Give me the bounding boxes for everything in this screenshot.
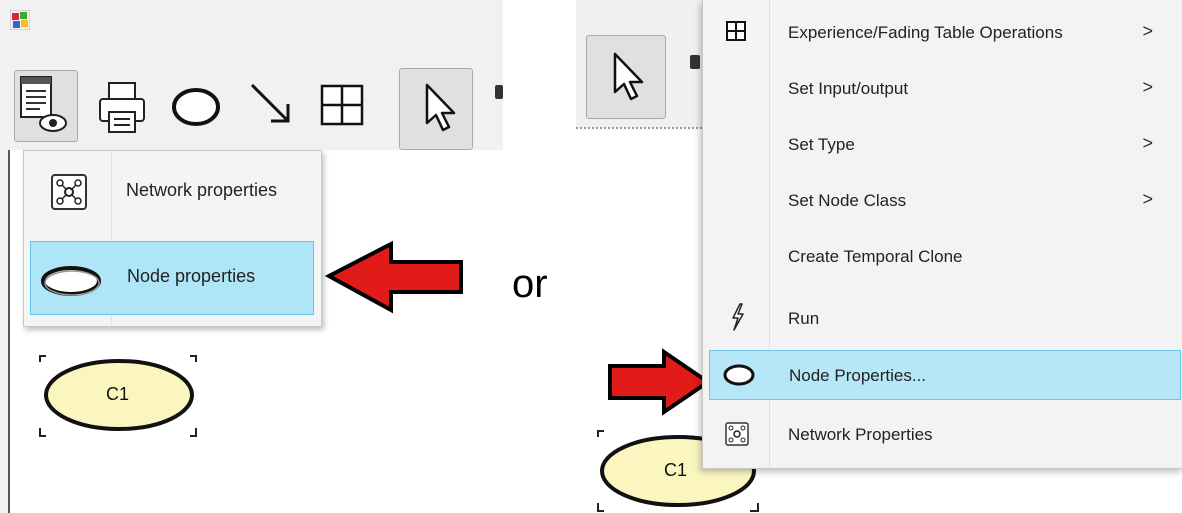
menu-item-network-properties[interactable]: Network properties [30, 155, 314, 229]
properties-dropdown-menu: Network properties Node properties [23, 150, 322, 327]
or-separator-text: or [512, 262, 548, 306]
menu-item-fading-table-operations[interactable]: Experience/Fading Table Operations > [709, 4, 1181, 60]
menu-item-label: Node Properties... [789, 366, 927, 385]
add-arc-icon[interactable] [247, 80, 297, 130]
menu-item-label: Run [788, 309, 820, 328]
table-icon [726, 21, 746, 41]
menu-item-label: Create Temporal Clone [788, 247, 963, 266]
menu-item-create-temporal-clone[interactable]: Create Temporal Clone [709, 228, 1181, 284]
menu-item-label: Network Properties [788, 425, 933, 444]
pointer-arrow-icon [325, 240, 463, 314]
node-context-menu: Experience/Fading Table Operations > Set… [702, 0, 1182, 469]
toolbar-divider [576, 127, 706, 129]
cursor-arrow-icon [425, 83, 456, 132]
cursor-arrow-icon [613, 52, 644, 101]
lightning-bolt-icon [732, 303, 744, 331]
menu-item-label: Set Node Class [788, 191, 907, 210]
pointer-arrow-icon [608, 348, 712, 416]
network-icon [725, 422, 749, 446]
app-logo-icon [10, 10, 30, 30]
menu-item-set-node-class[interactable]: Set Node Class > [709, 172, 1181, 228]
table-icon[interactable] [318, 82, 368, 130]
properties-view-button[interactable] [14, 70, 78, 142]
menu-item-label: Set Type [788, 135, 855, 154]
menu-item-label: Network properties [126, 180, 278, 200]
select-pointer-button[interactable] [399, 68, 473, 150]
node-label: C1 [106, 384, 130, 404]
menu-item-network-properties[interactable]: Network Properties [709, 406, 1181, 460]
menu-item-run[interactable]: Run [709, 290, 1181, 346]
submenu-arrow-icon: > [1142, 77, 1153, 97]
select-pointer-button-right[interactable] [586, 35, 666, 119]
toolbar-partial-icon [495, 85, 503, 99]
add-node-icon[interactable] [170, 84, 222, 132]
node-oval-icon [41, 266, 101, 296]
node-oval-icon [723, 364, 755, 386]
menu-item-label: Experience/Fading Table Operations [788, 23, 1063, 42]
menu-item-label: Node properties [127, 266, 256, 286]
submenu-arrow-icon: > [1142, 133, 1153, 153]
menu-item-set-type[interactable]: Set Type > [709, 116, 1181, 172]
menu-item-node-properties[interactable]: Node properties [30, 241, 314, 315]
node-c1-selected[interactable]: C1 [34, 350, 204, 442]
toolbar-partial-icon [690, 55, 700, 69]
menu-item-node-properties[interactable]: Node Properties... [709, 350, 1181, 400]
menu-item-label: Set Input/output [788, 79, 909, 98]
document-view-icon [20, 76, 67, 132]
submenu-arrow-icon: > [1142, 21, 1153, 41]
node-label: C1 [664, 460, 688, 480]
menu-item-set-input-output[interactable]: Set Input/output > [709, 60, 1181, 116]
submenu-arrow-icon: > [1142, 189, 1153, 209]
print-icon[interactable] [95, 78, 155, 138]
network-icon [51, 174, 87, 210]
